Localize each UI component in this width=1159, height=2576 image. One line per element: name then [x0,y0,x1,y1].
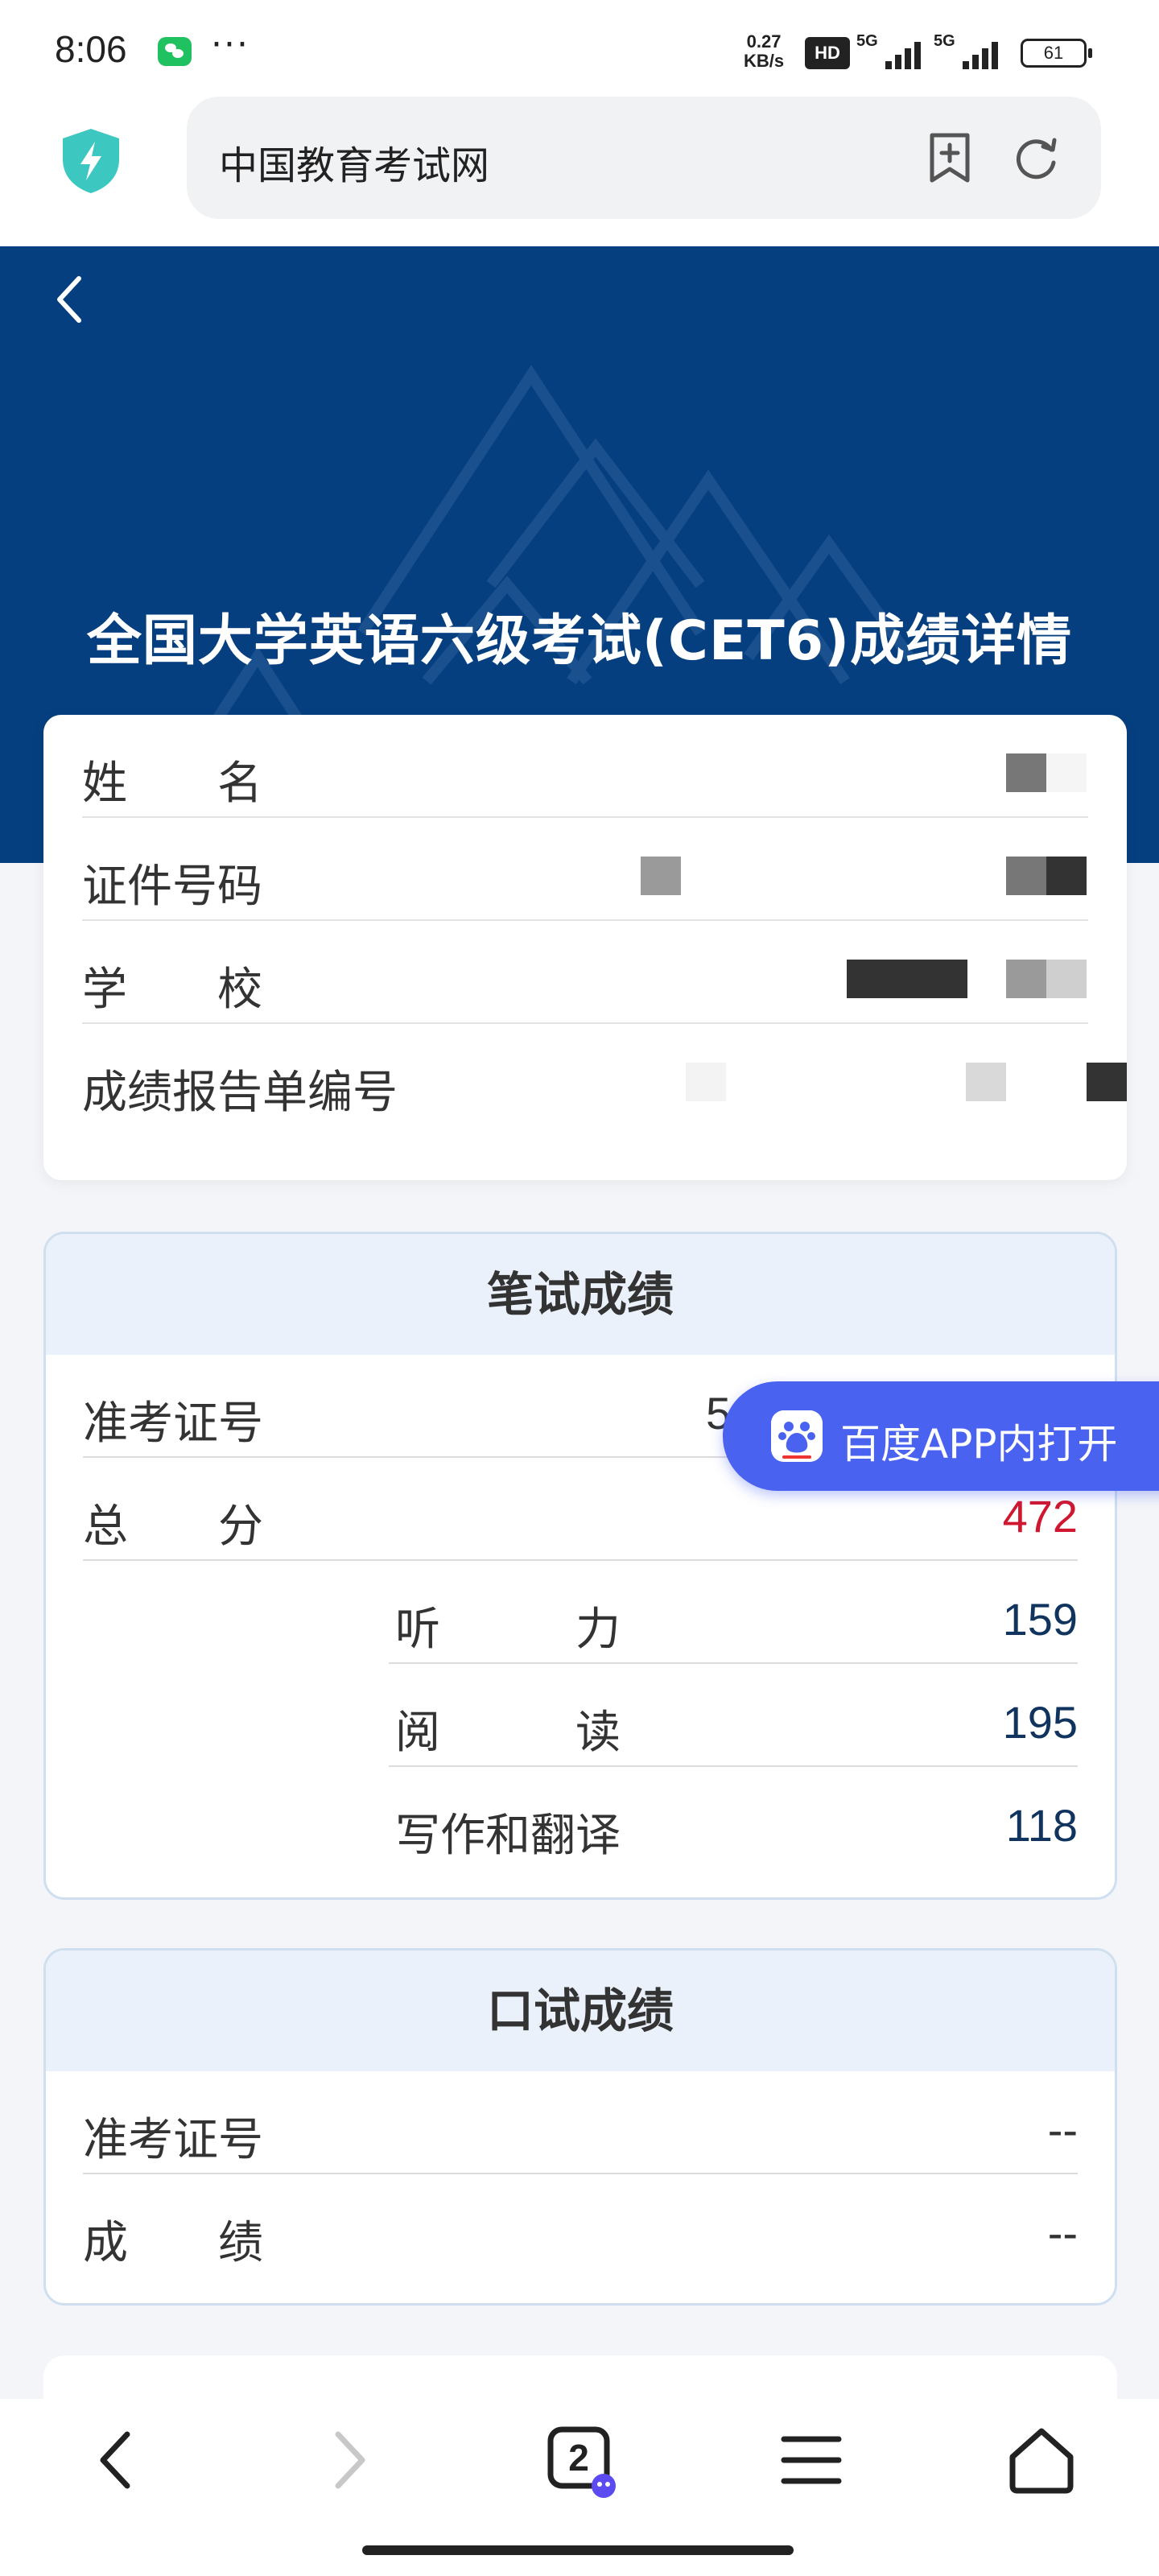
reading-row: 阅 读 195 [389,1664,1078,1767]
redacted-id-2 [1006,857,1046,895]
redacted-school-3 [1046,960,1087,998]
written-ticket-label: 准考证号 [83,1397,263,1450]
hd-badge: HD [805,37,850,69]
redacted-report-2 [966,1063,1006,1101]
battery-level: 61 [1043,43,1064,63]
written-score-card: 笔试成绩 准考证号 510 总 分 472 听 力 159 阅 读 195 写作… [43,1232,1117,1900]
home-icon[interactable] [1001,2420,1082,2500]
more-notifications-dots: ··· [211,24,250,65]
redacted-school-2 [1006,960,1046,998]
school-label: 学 校 [82,964,262,1016]
oral-ticket-label: 准考证号 [83,2114,263,2166]
oral-ticket-value: -- [1047,2104,1078,2155]
page-title: 全国大学英语六级考试(CET6)成绩详情 [86,609,1073,673]
listening-label: 听 力 [395,1604,621,1656]
url-box[interactable]: 中国教育考试网 [187,97,1101,219]
nav-back-icon[interactable] [77,2420,158,2500]
reading-label: 阅 读 [395,1707,621,1759]
open-in-baidu-app-button[interactable]: 百度APP内打开 [723,1381,1159,1491]
written-score-title: 笔试成绩 [46,1234,1115,1355]
writing-translation-label: 写作和翻译 [395,1810,621,1862]
report-number-label: 成绩报告单编号 [82,1067,398,1119]
oral-score-label: 成 绩 [83,2217,263,2269]
listening-value: 159 [1002,1594,1078,1645]
baidu-paw-icon [771,1410,823,1462]
redacted-school-1 [847,960,967,998]
oral-ticket-row: 准考证号 -- [83,2071,1078,2174]
total-score-value: 472 [1002,1491,1078,1542]
oral-score-value: -- [1047,2207,1078,2258]
network-speed-unit: KB/s [744,51,785,71]
browser-bottom-nav: 2 [0,2399,1159,2576]
oral-score-row: 成 绩 -- [83,2174,1078,2277]
wechat-notification-icon [158,37,192,66]
redacted-report-1 [686,1063,726,1101]
info-row-report: 成绩报告单编号 [82,1024,1127,1127]
browser-address-bar: 中国教育考试网 [0,97,1159,246]
bookmark-add-icon[interactable] [926,132,974,184]
info-row-school: 学 校 [82,921,1088,1024]
home-indicator[interactable] [362,2545,794,2555]
tab-count: 2 [568,2437,589,2479]
redacted-name-2 [1046,753,1087,792]
oral-score-card: 口试成绩 准考证号 -- 成 绩 -- [43,1948,1117,2306]
writing-translation-value: 118 [1005,1800,1078,1851]
listening-row: 听 力 159 [389,1561,1078,1664]
name-label: 姓 名 [82,758,262,810]
writing-translation-row: 写作和翻译 118 [389,1767,1078,1870]
info-row-name: 姓 名 [82,715,1088,818]
info-row-id: 证件号码 [82,818,1088,921]
back-icon[interactable] [52,274,87,325]
network-speed: 0.27 KB/s [744,32,784,71]
signal-2-icon: 5G [934,32,1006,71]
personal-info-card: 姓 名 证件号码 学 校 成绩报告单编号 [43,715,1127,1180]
status-time: 8:06 [55,28,127,70]
network-speed-value: 0.27 [746,31,782,52]
url-text[interactable]: 中国教育考试网 [219,134,489,190]
reading-value: 195 [1002,1697,1078,1748]
oral-score-title: 口试成绩 [46,1951,1115,2071]
total-score-label: 总 分 [83,1501,263,1553]
signal-1-icon: 5G [856,32,921,71]
nav-forward-icon[interactable] [307,2420,388,2500]
redacted-id-1 [641,857,681,895]
battery-icon: 61 [1021,39,1092,68]
redacted-report-3 [1087,1063,1127,1101]
refresh-icon[interactable] [1011,134,1061,184]
redacted-name [1006,753,1046,792]
security-shield-icon[interactable] [60,127,122,195]
menu-icon[interactable] [771,2420,852,2500]
redacted-id-3 [1046,857,1087,895]
open-in-baidu-app-label[interactable]: 百度APP内打开 [840,1412,1118,1470]
id-number-label: 证件号码 [82,861,262,913]
tabs-button[interactable]: 2 [541,2420,621,2500]
status-bar: 8:06 ··· 0.27 KB/s HD 5G 5G 61 [0,0,1159,97]
